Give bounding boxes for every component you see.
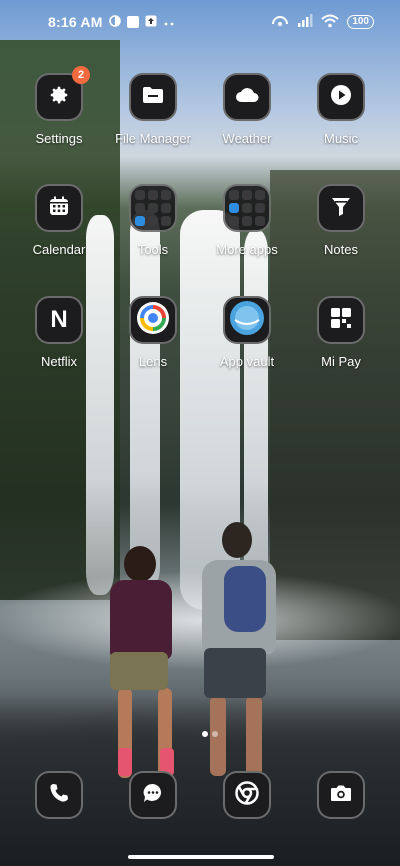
app-lens[interactable]: Lens (108, 296, 198, 369)
settings-tile[interactable]: 2 (35, 66, 90, 121)
app-calendar[interactable]: Calendar (14, 184, 104, 257)
dock-phone[interactable] (14, 771, 104, 819)
app-notes[interactable]: Notes (296, 184, 386, 257)
app-vault-tile[interactable] (223, 296, 271, 344)
chrome-icon (235, 780, 259, 810)
dock-camera[interactable] (296, 771, 386, 819)
hotspot-icon (271, 14, 289, 31)
app-label: Tools (137, 242, 169, 257)
app-label: App vault (219, 354, 275, 369)
app-label: Calendar (32, 242, 86, 257)
app-settings[interactable]: 2 Settings (14, 66, 104, 146)
play-icon (330, 84, 352, 111)
notification-badge: 2 (72, 66, 90, 84)
app-label: Weather (222, 131, 272, 146)
app-label: More apps (216, 242, 278, 257)
waterfall-mist (0, 560, 400, 670)
waterfall (86, 215, 114, 595)
camera-tile[interactable] (317, 771, 365, 819)
battery-indicator: 100 (347, 15, 374, 29)
upload-icon (145, 14, 157, 30)
app-netflix[interactable]: N Netflix (14, 296, 104, 369)
app-vault-icon (229, 300, 265, 341)
folder-preview-grid (135, 190, 171, 226)
calendar-tile[interactable] (35, 184, 83, 232)
lens-icon (136, 301, 170, 340)
folder-icon (142, 85, 164, 110)
clock: 8:16 AM (48, 14, 103, 30)
messages-tile[interactable] (129, 771, 177, 819)
chrome-tile[interactable] (223, 771, 271, 819)
app-label: Lens (138, 354, 168, 369)
mi-pay-tile[interactable] (317, 296, 365, 344)
phone-icon (49, 783, 69, 808)
folder-more-apps[interactable]: More apps (202, 184, 292, 257)
music-tile[interactable] (317, 73, 365, 121)
home-gesture-bar[interactable] (128, 855, 274, 859)
cloud-icon (235, 87, 259, 108)
page-indicator-active (202, 731, 208, 737)
app-label: Mi Pay (321, 354, 361, 369)
dock-messages[interactable] (108, 771, 198, 819)
app-label: Notes (324, 242, 358, 257)
app-label: Netflix (40, 354, 78, 369)
app-label: Music (324, 131, 358, 146)
file-manager-tile[interactable] (129, 73, 177, 121)
more-apps-folder-tile[interactable] (223, 184, 271, 232)
app-app-vault[interactable]: App vault (202, 296, 292, 369)
app-label: Settings (35, 131, 83, 146)
status-bar: 8:16 AM 100 (0, 0, 400, 44)
vpn-icon (108, 14, 121, 30)
camera-icon (330, 784, 352, 807)
app-label: File Manager (115, 131, 191, 146)
app-mi-pay[interactable]: Mi Pay (296, 296, 386, 369)
waterfall (130, 210, 160, 590)
phone-tile[interactable] (35, 771, 83, 819)
tools-folder-tile[interactable] (129, 184, 177, 232)
wifi-icon (321, 14, 339, 31)
signal-icon (297, 13, 313, 31)
netflix-logo-icon: N (50, 306, 68, 333)
gear-icon (48, 84, 70, 111)
calendar-icon (49, 196, 69, 221)
mi-pay-icon (330, 307, 352, 334)
notes-icon (330, 195, 352, 222)
folder-preview-grid (229, 190, 265, 226)
more-notifications-icon (163, 14, 175, 30)
weather-tile[interactable] (223, 73, 271, 121)
messages-icon (142, 782, 164, 809)
app-weather[interactable]: Weather (202, 73, 292, 146)
notes-tile[interactable] (317, 184, 365, 232)
app-music[interactable]: Music (296, 73, 386, 146)
notification-icon (126, 16, 139, 28)
folder-tools[interactable]: Tools (108, 184, 198, 257)
netflix-tile[interactable]: N (35, 296, 83, 344)
lens-tile[interactable] (129, 296, 177, 344)
page-indicator (212, 731, 218, 737)
app-file-manager[interactable]: File Manager (108, 73, 198, 146)
dock-chrome[interactable] (202, 771, 292, 819)
